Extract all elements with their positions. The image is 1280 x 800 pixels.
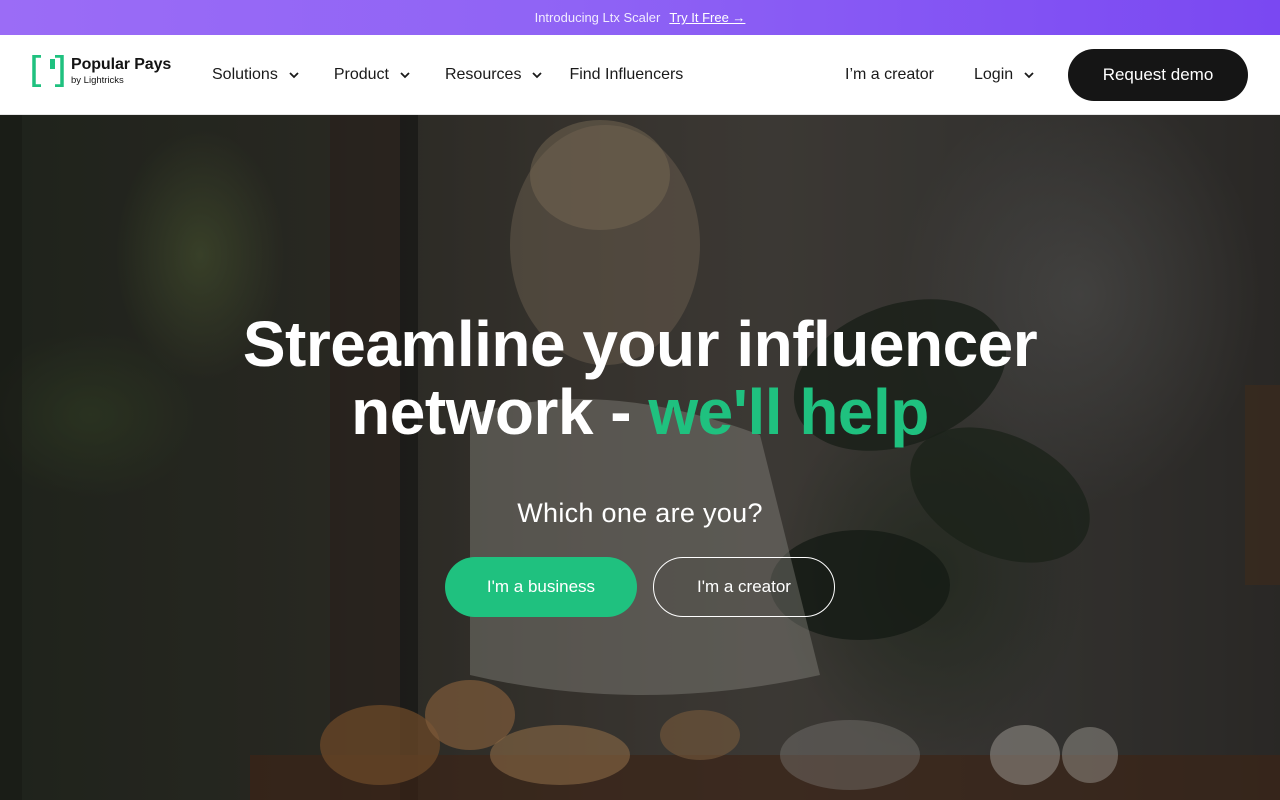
try-it-free-link[interactable]: Try It Free → xyxy=(669,10,745,25)
announcement-text: Introducing Ltx Scaler xyxy=(534,10,661,25)
logo-name: Popular Pays xyxy=(71,55,172,73)
nav-resources[interactable]: Resources xyxy=(445,66,543,84)
nav-resources-label: Resources xyxy=(444,66,522,83)
login-dropdown[interactable]: Login xyxy=(974,35,1035,115)
request-demo-button[interactable]: Request demo xyxy=(1068,49,1248,101)
hero-title: Streamline your influencer network - we'… xyxy=(190,310,1090,446)
site-header: Popular Pays by Lightricks Solutions Pro… xyxy=(0,35,1280,115)
bracket-logo-icon xyxy=(32,55,64,87)
business-button[interactable]: I'm a business xyxy=(445,557,637,617)
logo[interactable]: Popular Pays by Lightricks xyxy=(32,54,182,88)
hero-title-line2: network - xyxy=(351,376,649,448)
hero-section: Streamline your influencer network - we'… xyxy=(0,115,1280,800)
announcement-bar: Introducing Ltx Scaler Try It Free → xyxy=(0,0,1280,35)
login-label: Login xyxy=(974,66,1014,83)
creator-link-label: I’m a creator xyxy=(845,66,934,83)
nav-find-influencers-label: Find Influencers xyxy=(569,66,684,83)
hero-title-line1: Streamline your influencer xyxy=(242,308,1038,380)
chevron-down-icon xyxy=(1024,72,1034,79)
nav-solutions[interactable]: Solutions xyxy=(212,66,300,84)
hero-title-highlight: we'll help xyxy=(648,376,929,448)
nav-product-label: Product xyxy=(333,66,389,83)
nav-solutions-label: Solutions xyxy=(212,66,278,83)
chevron-down-icon xyxy=(532,72,543,79)
hero-question: Which one are you? xyxy=(517,498,763,528)
creator-link[interactable]: I’m a creator xyxy=(845,35,934,115)
main-nav: Solutions Product Resources Find Influen… xyxy=(212,35,683,115)
hero-overlay xyxy=(0,115,1280,800)
chevron-down-icon xyxy=(400,72,410,79)
chevron-down-icon xyxy=(289,72,299,79)
nav-product[interactable]: Product xyxy=(334,66,411,84)
creator-button[interactable]: I'm a creator xyxy=(653,557,835,617)
logo-subtitle: by Lightricks xyxy=(71,74,124,86)
nav-find-influencers[interactable]: Find Influencers xyxy=(569,66,683,84)
